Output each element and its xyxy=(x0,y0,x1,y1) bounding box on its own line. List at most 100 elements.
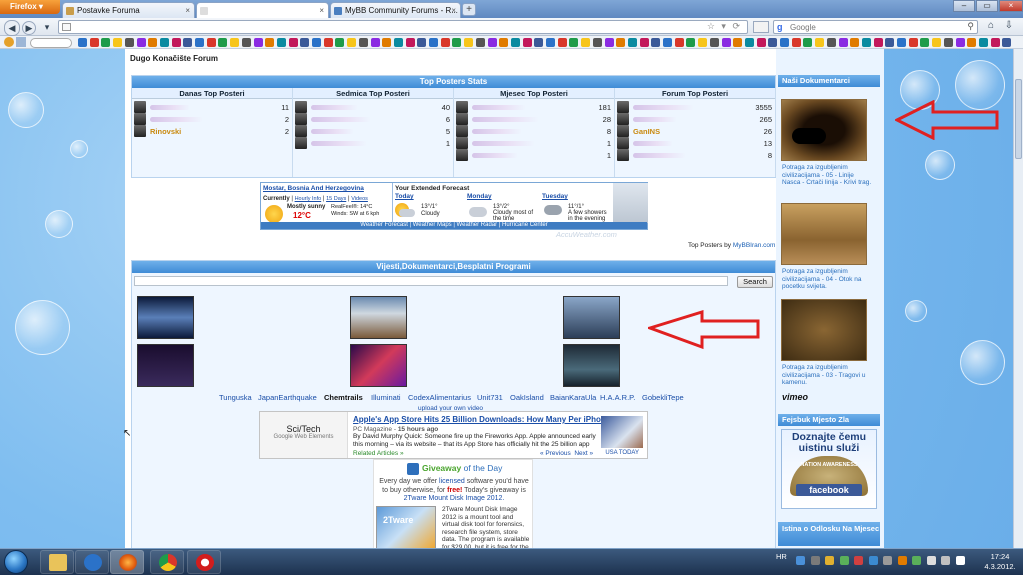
video-label-link[interactable]: GobekliTepe xyxy=(642,393,684,402)
bookmark-icon[interactable] xyxy=(288,38,298,47)
video-thumbnail[interactable] xyxy=(350,296,407,339)
news-previous-link[interactable]: « Previous xyxy=(540,450,571,457)
explorer-taskbar-button[interactable] xyxy=(40,550,74,574)
tab-postavke-foruma[interactable]: Postavke Foruma × xyxy=(62,2,195,18)
bookmark-icon[interactable] xyxy=(569,38,579,47)
bookmark-icon[interactable] xyxy=(300,38,310,47)
bookmark-icon[interactable] xyxy=(592,38,602,47)
bookmark-icon[interactable] xyxy=(768,38,778,47)
close-tab-icon[interactable]: × xyxy=(319,6,324,15)
bookmark-icon[interactable] xyxy=(534,38,544,47)
tray-icon[interactable] xyxy=(912,556,921,565)
downloads-icon[interactable]: ⇩ xyxy=(1002,20,1016,34)
bookmark-icon[interactable] xyxy=(78,38,87,47)
bookmark-icon[interactable] xyxy=(206,38,216,47)
avatar[interactable] xyxy=(617,137,629,149)
bookmark-icon[interactable] xyxy=(838,38,848,47)
documentary-thumbnail[interactable] xyxy=(781,299,867,361)
bookmark-icon[interactable] xyxy=(113,38,123,47)
video-thumbnail[interactable] xyxy=(137,296,194,339)
media-player-taskbar-button[interactable] xyxy=(75,550,109,574)
opera-taskbar-button[interactable] xyxy=(187,550,221,574)
bookmark-icon[interactable] xyxy=(698,38,708,47)
bookmark-icon[interactable] xyxy=(183,38,193,47)
tray-icon[interactable] xyxy=(883,556,892,565)
bookmark-icon[interactable] xyxy=(791,38,801,47)
bookmark-icon[interactable] xyxy=(932,38,942,47)
bookmark-icon[interactable] xyxy=(230,38,240,47)
weather-location-link[interactable]: Mostar, Bosnia And Herzegovina xyxy=(263,185,391,192)
bookmark-icon[interactable] xyxy=(990,38,1000,47)
bookmark-icon[interactable] xyxy=(663,38,672,47)
bookmark-icon[interactable] xyxy=(967,38,977,47)
bookmark-icon[interactable] xyxy=(171,38,181,47)
video-label-link[interactable]: CodexAlimentarius xyxy=(408,393,471,402)
bookmark-icon[interactable] xyxy=(780,38,789,47)
toolbar-search-input[interactable] xyxy=(30,38,72,48)
poster-name[interactable] xyxy=(311,139,381,146)
bookmark-icon[interactable] xyxy=(393,38,403,47)
firefox-menu-button[interactable]: Firefox ▾ xyxy=(0,0,60,14)
avatar[interactable] xyxy=(295,113,307,125)
bookmark-icon[interactable] xyxy=(873,38,883,47)
clock[interactable]: 17:24 4.3.2012. xyxy=(980,552,1020,572)
avatar[interactable] xyxy=(456,125,468,137)
minimize-button[interactable]: – xyxy=(953,0,975,12)
close-tab-icon[interactable]: × xyxy=(185,6,190,15)
bookmark-icon[interactable] xyxy=(885,38,895,47)
bookmark-icon[interactable] xyxy=(429,38,438,47)
tray-icon[interactable] xyxy=(796,556,805,565)
bookmark-icon[interactable] xyxy=(639,38,649,47)
bookmark-icon[interactable] xyxy=(651,38,661,47)
hourly-info-link[interactable]: Hourly Info xyxy=(295,196,322,202)
tray-icon[interactable] xyxy=(941,556,950,565)
addon-icon[interactable] xyxy=(16,37,26,47)
bookmark-icon[interactable] xyxy=(733,38,743,47)
accuweather-logo[interactable]: AccuWeather.com xyxy=(556,230,617,239)
avatar[interactable] xyxy=(295,137,307,149)
weather-footer-links[interactable]: Weather Forecast | Weather Maps | Weathe… xyxy=(261,222,647,229)
poster-name[interactable] xyxy=(633,151,703,158)
bookmark-icon[interactable] xyxy=(546,38,555,47)
addon-icon[interactable] xyxy=(4,37,14,47)
bookmark-icon[interactable] xyxy=(627,38,637,47)
bookmark-icon[interactable] xyxy=(499,38,509,47)
avatar[interactable] xyxy=(134,101,146,113)
poster-name[interactable] xyxy=(150,103,220,110)
bookmark-icon[interactable] xyxy=(440,38,450,47)
bookmark-icon[interactable] xyxy=(709,38,719,47)
bookmark-icon[interactable] xyxy=(581,38,591,47)
chrome-taskbar-button[interactable] xyxy=(150,550,184,574)
video-label-link[interactable]: H.A.A.R.P. xyxy=(600,393,635,402)
avatar[interactable] xyxy=(617,113,629,125)
bookmark-icon[interactable] xyxy=(195,38,204,47)
bookmark-icon[interactable] xyxy=(826,38,836,47)
bookmark-icon[interactable] xyxy=(312,38,321,47)
forecast-day-link[interactable]: Today xyxy=(395,193,467,200)
video-search-button[interactable]: Search xyxy=(737,276,773,288)
back-button[interactable]: ◀ xyxy=(4,20,20,36)
giveaway-product-link[interactable]: 2Tware Mount Disk Image 2012. xyxy=(404,495,505,502)
news-next-link[interactable]: Next » xyxy=(574,450,593,457)
bookmark-icon[interactable] xyxy=(955,38,965,47)
bookmark-icon[interactable] xyxy=(756,38,766,47)
bookmark-icon[interactable] xyxy=(674,38,684,47)
firefox-taskbar-button[interactable] xyxy=(110,550,144,574)
bookmark-icon[interactable] xyxy=(148,38,158,47)
bookmark-icon[interactable] xyxy=(347,38,357,47)
scrollbar-thumb[interactable] xyxy=(1015,79,1022,159)
bookmark-icon[interactable] xyxy=(452,38,462,47)
forward-button[interactable]: ▶ xyxy=(22,21,36,35)
feed-icon[interactable] xyxy=(753,21,769,33)
poster-name[interactable] xyxy=(311,115,381,122)
avatar[interactable] xyxy=(617,125,629,137)
bookmark-icon[interactable] xyxy=(89,38,99,47)
bookmark-icon[interactable] xyxy=(218,38,228,47)
poster-name[interactable]: Rinovski xyxy=(150,127,220,136)
video-label-link[interactable]: JapanEarthquake xyxy=(258,393,317,402)
tray-icon[interactable] xyxy=(854,556,863,565)
giveaway-title[interactable]: Giveaway of the Day xyxy=(422,463,502,473)
bookmark-icon[interactable] xyxy=(920,38,930,47)
page-scrollbar[interactable] xyxy=(1013,49,1023,548)
poster-name[interactable]: GanINS xyxy=(633,127,703,136)
